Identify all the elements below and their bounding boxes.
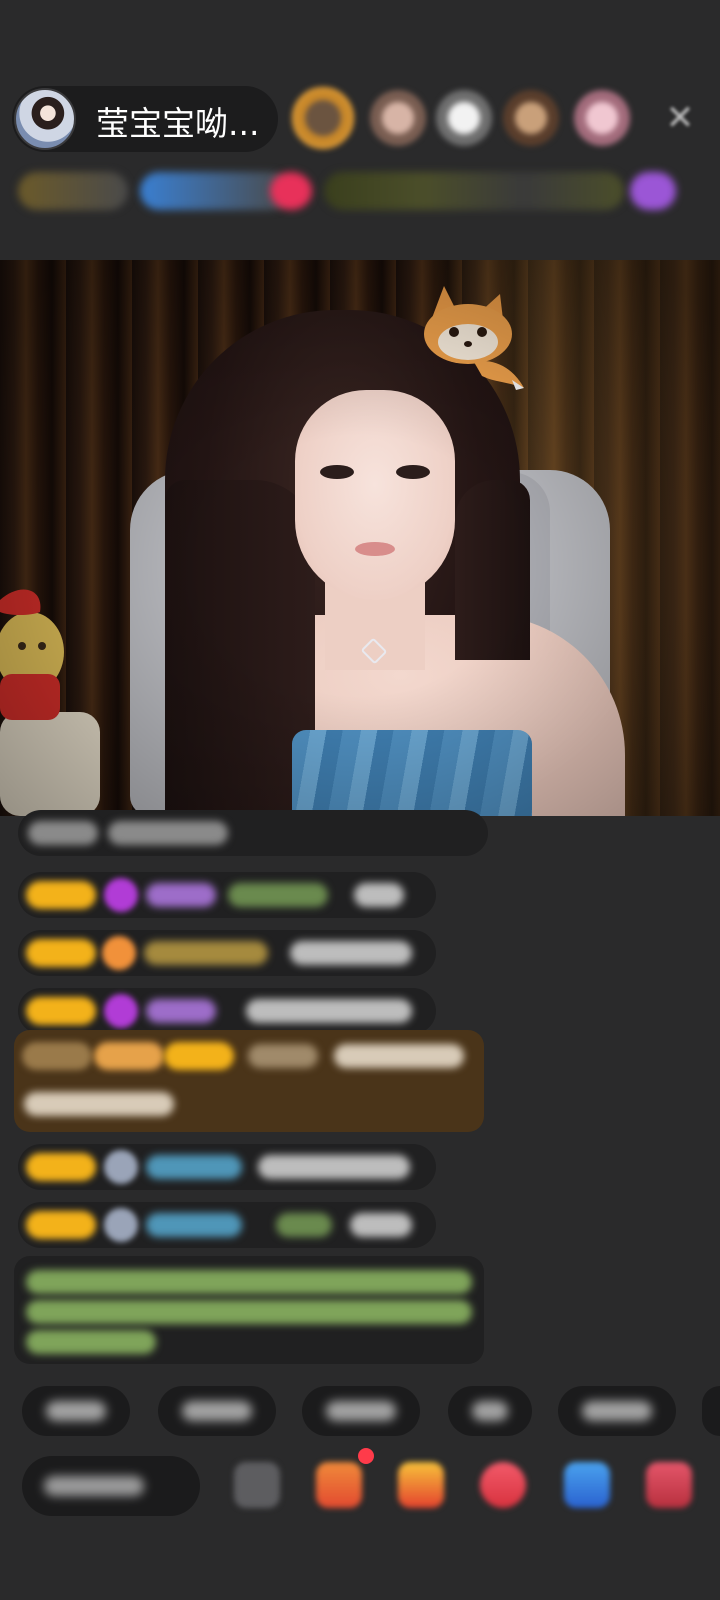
chat-message[interactable] xyxy=(18,1202,436,1248)
level-icon xyxy=(104,1208,138,1242)
system-notice-line xyxy=(26,1300,472,1324)
video-vignette xyxy=(0,260,720,816)
gift-box-icon[interactable] xyxy=(316,1462,362,1508)
top-viewer-avatar-2[interactable] xyxy=(370,90,426,146)
gift-bag-icon[interactable] xyxy=(398,1462,444,1508)
chat-text xyxy=(108,821,228,845)
top-viewer-avatar-1[interactable] xyxy=(292,87,354,149)
quick-reply-chip[interactable] xyxy=(158,1386,276,1436)
fan-club-icon[interactable] xyxy=(270,172,312,210)
top-viewer-avatar-5[interactable] xyxy=(574,90,630,146)
noble-badge xyxy=(94,1042,164,1070)
username[interactable] xyxy=(146,883,216,907)
highlighted-chat-message[interactable] xyxy=(14,1030,484,1132)
chat-text xyxy=(28,821,98,845)
chat-message[interactable] xyxy=(18,872,436,918)
host-name[interactable]: 莹宝宝呦... xyxy=(96,97,259,145)
top-viewer-avatar-3[interactable] xyxy=(436,90,492,146)
fan-badge[interactable] xyxy=(26,1153,96,1181)
quick-reply-chip[interactable] xyxy=(702,1386,720,1436)
level-tag[interactable] xyxy=(18,172,128,210)
chat-input[interactable] xyxy=(22,1456,200,1516)
close-icon[interactable]: ✕ xyxy=(662,100,698,136)
host-avatar[interactable] xyxy=(14,88,76,150)
fan-badge[interactable] xyxy=(26,881,96,909)
username[interactable] xyxy=(146,999,216,1023)
chat-text xyxy=(354,883,404,907)
username[interactable] xyxy=(146,1155,242,1179)
treasure-box-icon[interactable] xyxy=(646,1462,692,1508)
quick-reply-chip[interactable] xyxy=(448,1386,532,1436)
scrolling-notice-tag[interactable] xyxy=(324,172,624,210)
fan-badge[interactable] xyxy=(164,1042,234,1070)
level-badge xyxy=(22,1042,92,1070)
diamond-icon xyxy=(104,878,138,912)
more-icon[interactable] xyxy=(630,172,676,210)
chat-text xyxy=(258,1155,410,1179)
quick-reply-chip[interactable] xyxy=(558,1386,676,1436)
fan-badge[interactable] xyxy=(26,997,96,1025)
level-icon xyxy=(102,936,136,970)
system-notice-line xyxy=(26,1330,156,1354)
username[interactable] xyxy=(146,1213,242,1237)
username[interactable] xyxy=(144,941,268,965)
heart-gift-icon[interactable] xyxy=(480,1462,526,1508)
diamond-icon xyxy=(104,994,138,1028)
fan-badge[interactable] xyxy=(26,1211,96,1239)
level-icon xyxy=(104,1150,138,1184)
emoji-icon[interactable] xyxy=(234,1462,280,1508)
chat-text xyxy=(228,883,328,907)
chat-text xyxy=(276,1213,332,1237)
chat-text xyxy=(334,1044,464,1068)
quick-reply-chip[interactable] xyxy=(22,1386,130,1436)
chat-text xyxy=(246,999,412,1023)
live-video[interactable] xyxy=(0,260,720,816)
notification-dot xyxy=(358,1448,374,1464)
system-notice xyxy=(14,1256,484,1364)
chat-message[interactable] xyxy=(18,1144,436,1190)
chat-text xyxy=(290,941,412,965)
game-controller-icon[interactable] xyxy=(564,1462,610,1508)
chat-message[interactable] xyxy=(18,930,436,976)
username[interactable] xyxy=(248,1044,318,1068)
chat-text xyxy=(24,1092,174,1116)
fan-badge[interactable] xyxy=(26,939,96,967)
chat-message[interactable] xyxy=(18,988,436,1034)
chat-message[interactable] xyxy=(18,810,488,856)
system-notice-line xyxy=(26,1270,472,1294)
top-viewer-avatar-4[interactable] xyxy=(503,90,559,146)
chat-text xyxy=(350,1213,412,1237)
rank-tag[interactable] xyxy=(140,172,290,210)
quick-reply-chip[interactable] xyxy=(302,1386,420,1436)
info-tag-row xyxy=(18,166,688,218)
